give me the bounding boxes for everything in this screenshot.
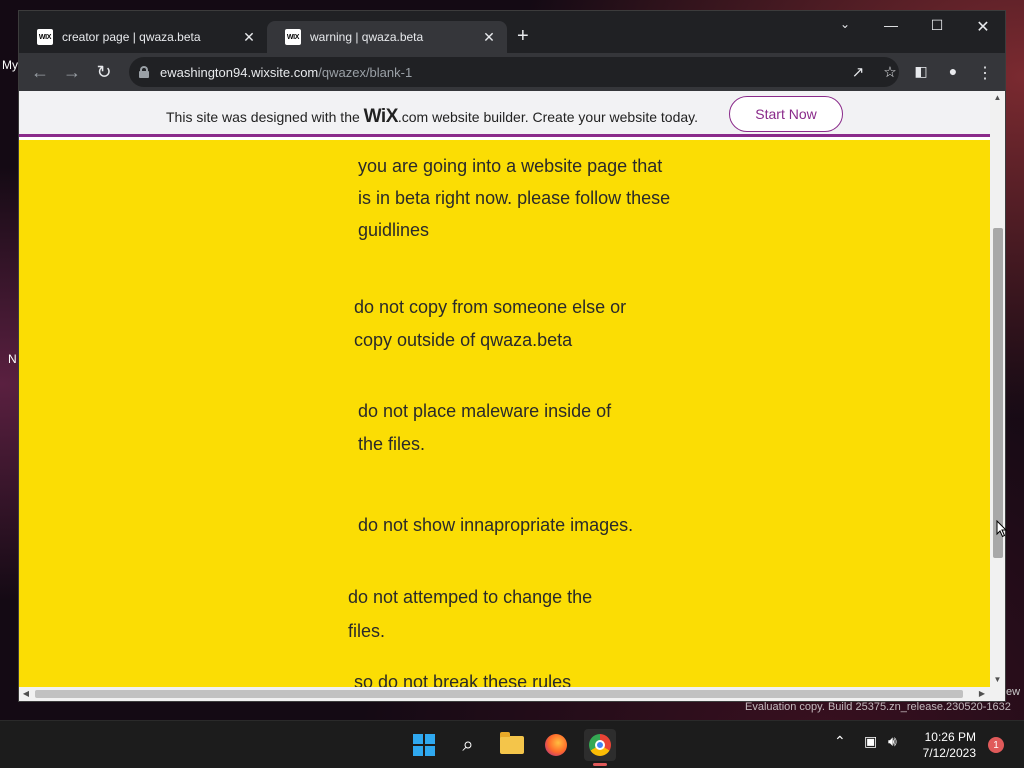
- windows-logo-icon: [413, 734, 435, 756]
- chevron-up-icon[interactable]: ⌃: [834, 733, 846, 750]
- search-icon[interactable]: ⌕: [452, 729, 484, 761]
- url-text[interactable]: ewashington94.wixsite.com/qwazex/blank-1: [160, 65, 412, 80]
- close-icon[interactable]: ✕: [481, 29, 497, 46]
- wix-favicon-icon: WIX: [37, 29, 53, 45]
- page-content: you are going into a website page that i…: [19, 140, 990, 692]
- vertical-scrollbar[interactable]: ▲ ▼: [990, 91, 1005, 687]
- banner-text: This site was designed with the WiX.com …: [166, 106, 698, 127]
- clock[interactable]: 10:26 PM 7/12/2023: [914, 729, 976, 761]
- guideline-paragraph: do not attemped to change the files.: [348, 587, 593, 641]
- menu-kebab-icon[interactable]: ⋮: [975, 63, 995, 83]
- scroll-up-icon[interactable]: ▲: [990, 93, 1005, 102]
- tab-search-chevron-icon[interactable]: ⌄: [831, 17, 859, 31]
- new-tab-button[interactable]: +: [517, 25, 529, 47]
- profile-icon[interactable]: ●: [943, 63, 963, 79]
- scroll-down-icon[interactable]: ▼: [990, 675, 1005, 684]
- scrollbar-corner: [990, 687, 1005, 701]
- taskbar: ⌕ ⌃ ▣ 🔊︎ 10:26 PM 7/12/2023 1: [0, 720, 1024, 768]
- guideline-paragraph: do not place maleware inside of the file…: [358, 401, 612, 454]
- tab-warning[interactable]: WIX warning | qwaza.beta ✕: [267, 21, 507, 53]
- forward-arrow-icon[interactable]: →: [61, 61, 83, 83]
- maximize-button[interactable]: ☐: [923, 17, 951, 34]
- firefox-icon[interactable]: [540, 729, 572, 761]
- close-window-button[interactable]: ✕: [969, 17, 997, 37]
- notification-badge[interactable]: 1: [988, 737, 1004, 753]
- tab-title: warning | qwaza.beta: [310, 30, 424, 44]
- minimize-button[interactable]: —: [877, 17, 905, 33]
- volume-icon[interactable]: 🔊︎: [888, 733, 897, 750]
- guideline-paragraph: you are going into a website page that i…: [358, 156, 671, 240]
- close-icon[interactable]: ✕: [241, 29, 257, 46]
- share-icon[interactable]: ↗: [849, 63, 867, 81]
- bookmark-star-icon[interactable]: ☆: [881, 63, 899, 81]
- wix-favicon-icon: WIX: [285, 29, 301, 45]
- side-panel-icon[interactable]: ◧: [911, 63, 931, 80]
- start-button[interactable]: [408, 729, 440, 761]
- guideline-paragraph: do not show innapropriate images.: [358, 515, 634, 535]
- desktop-icon-label: ew: [1006, 686, 1021, 698]
- lock-icon[interactable]: [139, 66, 149, 78]
- back-arrow-icon[interactable]: ←: [29, 61, 51, 83]
- address-bar[interactable]: ewashington94.wixsite.com/qwazex/blank-1…: [129, 57, 899, 87]
- vertical-scroll-thumb[interactable]: [993, 228, 1003, 558]
- reload-icon[interactable]: ↻: [93, 61, 115, 83]
- network-icon[interactable]: ▣: [864, 733, 877, 750]
- horizontal-scroll-thumb[interactable]: [35, 690, 963, 698]
- tab-creator-page[interactable]: WIX creator page | qwaza.beta ✕: [19, 21, 267, 53]
- browser-window: WIX creator page | qwaza.beta ✕ WIX warn…: [18, 10, 1006, 702]
- mouse-cursor-icon: [996, 520, 1008, 538]
- tab-strip: WIX creator page | qwaza.beta ✕ WIX warn…: [19, 11, 1005, 53]
- chrome-icon[interactable]: [584, 729, 616, 766]
- desktop-icon-label: My: [2, 58, 18, 72]
- wix-logo: WiX: [363, 106, 399, 127]
- start-now-button[interactable]: Start Now: [729, 96, 843, 132]
- tab-title: creator page | qwaza.beta: [62, 30, 201, 44]
- scroll-right-icon[interactable]: ▶: [977, 689, 987, 698]
- wix-ad-banner: This site was designed with the WiX.com …: [19, 91, 990, 137]
- guideline-paragraph: do not copy from someone else or copy ou…: [354, 297, 627, 350]
- evaluation-watermark: Evaluation copy. Build 25375.zn_release.…: [745, 701, 1011, 713]
- file-explorer-icon[interactable]: [496, 729, 528, 761]
- page-viewport: This site was designed with the WiX.com …: [19, 91, 1005, 701]
- scroll-left-icon[interactable]: ◀: [21, 689, 31, 698]
- desktop-icon-label: N: [8, 352, 17, 366]
- browser-toolbar: ← → ↻ ewashington94.wixsite.com/qwazex/b…: [19, 53, 1005, 91]
- horizontal-scrollbar[interactable]: ◀ ▶: [19, 687, 990, 701]
